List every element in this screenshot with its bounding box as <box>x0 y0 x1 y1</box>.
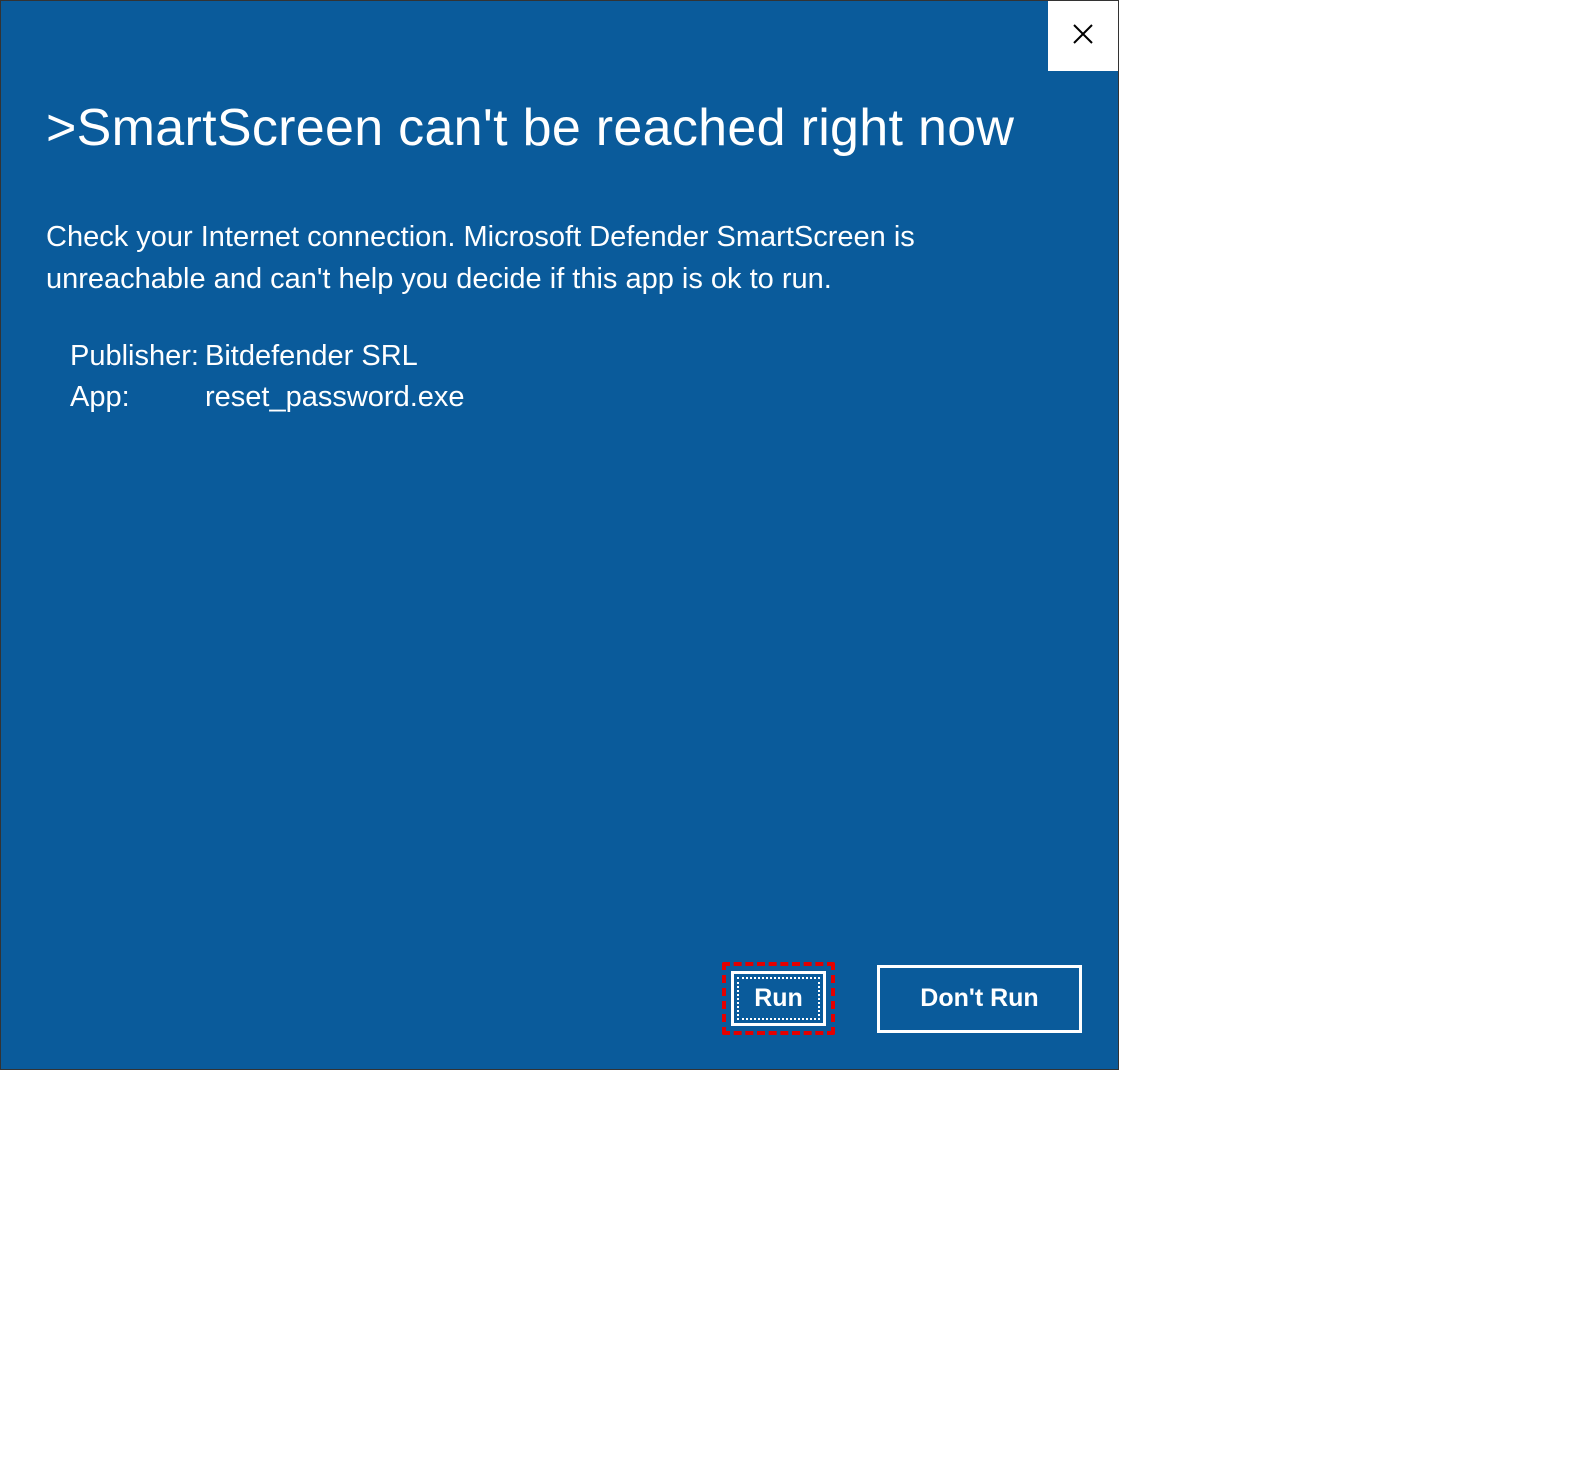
run-button[interactable]: Run <box>731 971 826 1026</box>
dont-run-button[interactable]: Don't Run <box>877 965 1082 1033</box>
smartscreen-dialog: >SmartScreen can't be reached right now … <box>0 0 1119 1070</box>
publisher-value: Bitdefender SRL <box>205 340 1073 373</box>
publisher-row: Publisher: Bitdefender SRL <box>70 340 1073 373</box>
publisher-label: Publisher: <box>70 340 205 373</box>
dialog-title: >SmartScreen can't be reached right now <box>46 96 1073 161</box>
title-prefix: > <box>46 99 77 157</box>
close-button[interactable] <box>1048 1 1118 71</box>
app-value: reset_password.exe <box>205 381 1073 414</box>
button-row: Run Don't Run <box>722 962 1082 1035</box>
dialog-body: Check your Internet connection. Microsof… <box>46 216 1073 300</box>
app-row: App: reset_password.exe <box>70 381 1073 414</box>
title-text: SmartScreen can't be reached right now <box>77 99 1015 157</box>
app-details: Publisher: Bitdefender SRL App: reset_pa… <box>46 340 1073 414</box>
close-icon <box>1071 22 1095 51</box>
run-highlight: Run <box>722 962 835 1035</box>
app-label: App: <box>70 381 205 414</box>
